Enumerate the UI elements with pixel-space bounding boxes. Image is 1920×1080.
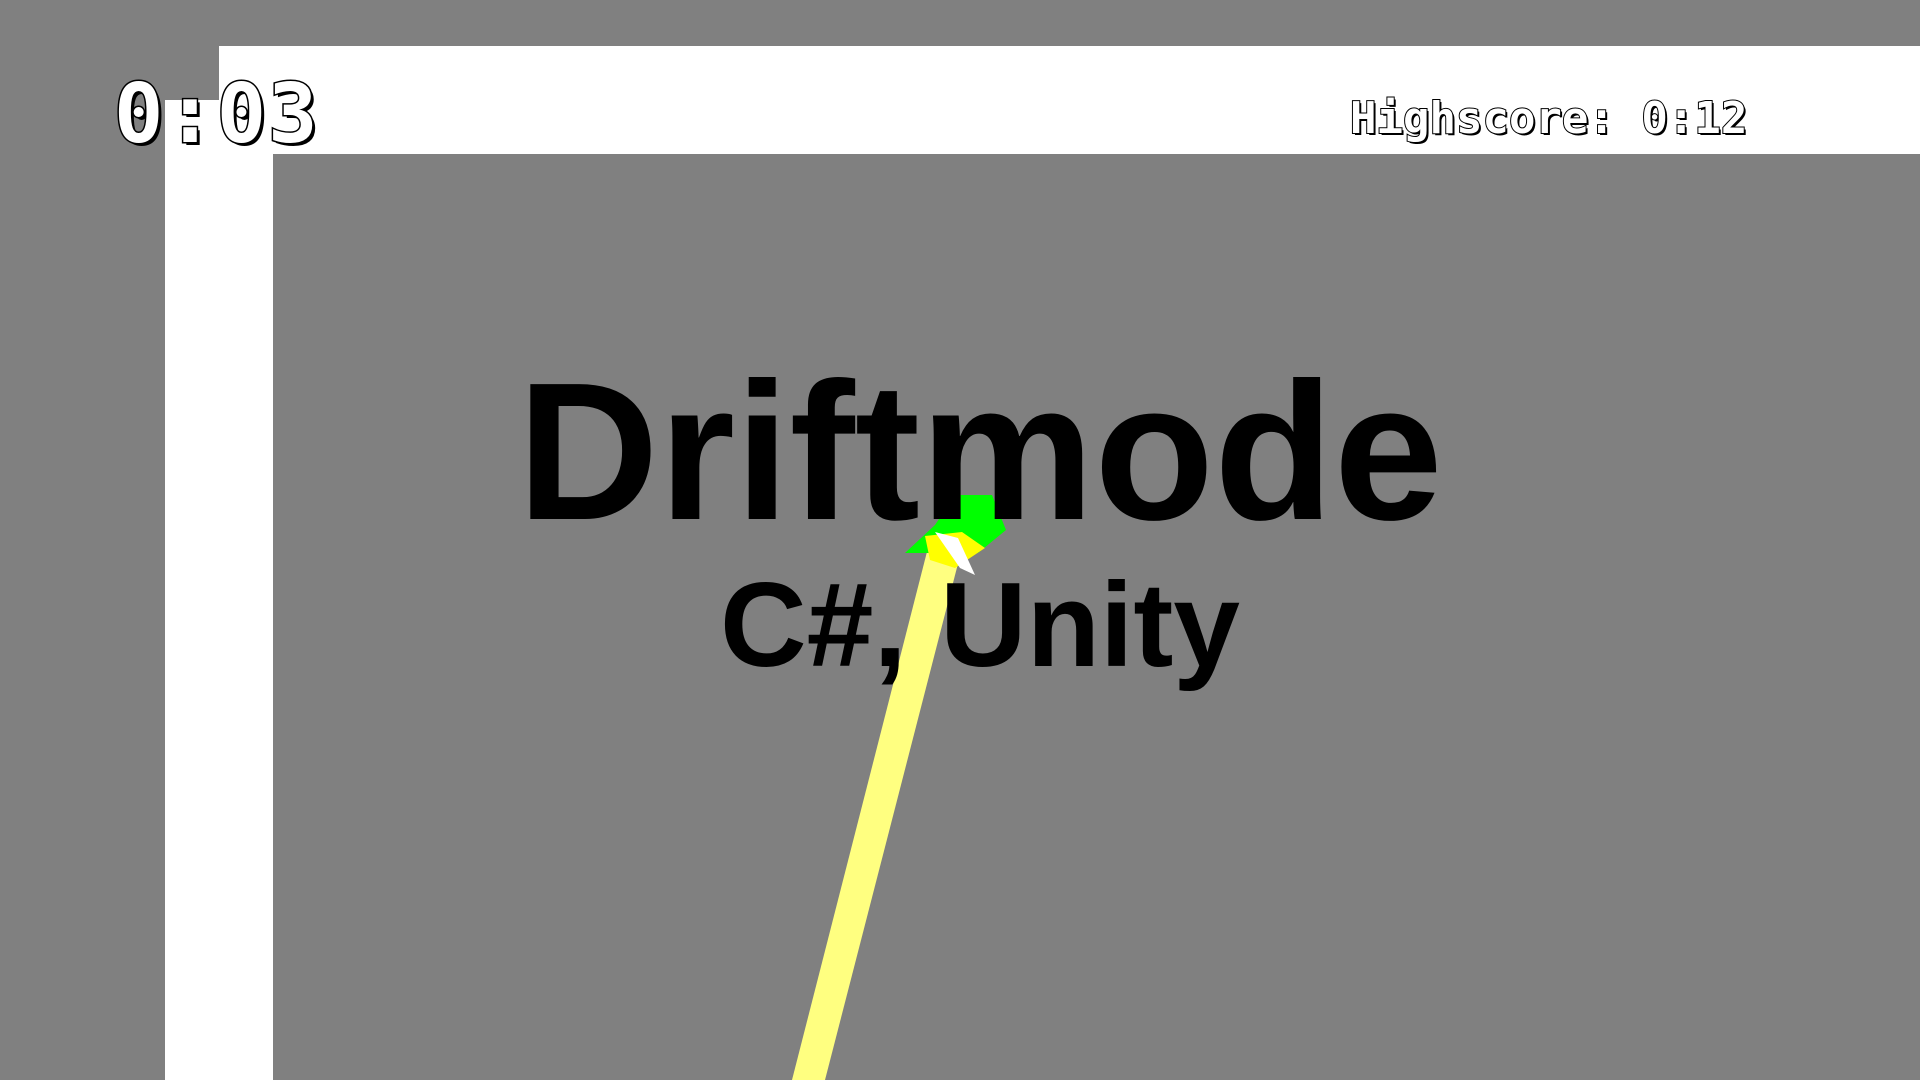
timer-display: 0:03 (112, 67, 320, 162)
highscore-display: Highscore: 0:12 (1349, 93, 1748, 145)
game-subtitle: C#, Unity (719, 558, 1241, 692)
game-title: Driftmode (517, 342, 1443, 561)
game-scene: 0:03 Highscore: 0:12 Driftmode C#, Unity (0, 0, 1920, 1080)
